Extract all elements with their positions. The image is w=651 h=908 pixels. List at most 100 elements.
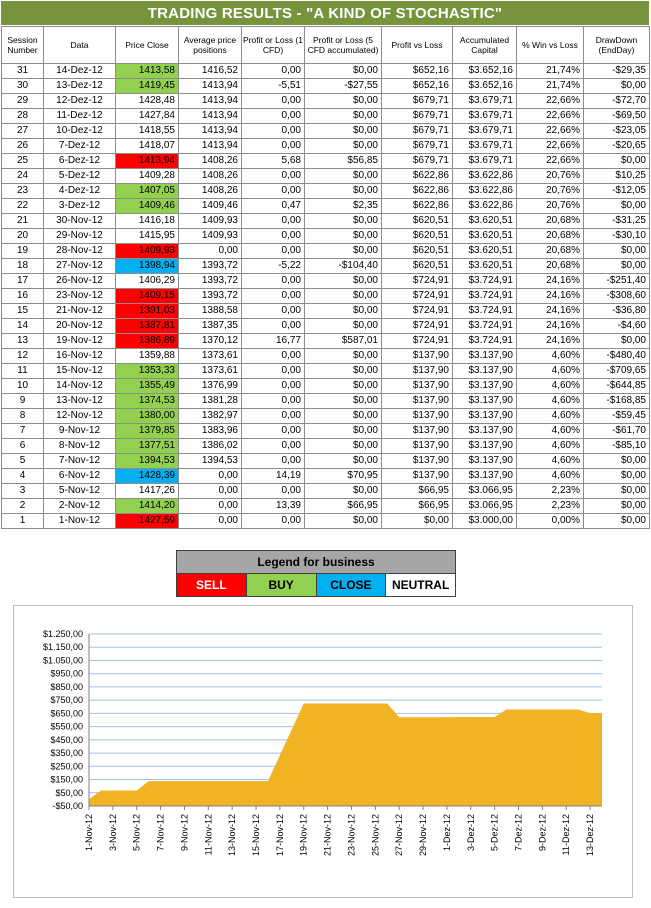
cell-pl-5cfd: $0,00	[304, 453, 382, 469]
cell-avg-price: 1413,94	[178, 138, 242, 154]
y-tick-label: $350,00	[50, 748, 83, 758]
cell-date: 16-Nov-12	[43, 348, 116, 364]
cell-pl-5cfd: $0,00	[304, 273, 382, 289]
x-tick-label: 13-Dez-12	[585, 814, 595, 856]
cell-date: 11-Dez-12	[43, 108, 116, 124]
cell-win-vs-loss: 4,60%	[516, 348, 584, 364]
table-header-row: Session Number Data Price Close Average …	[1, 26, 650, 64]
cell-pl-1cfd: 0,00	[241, 243, 305, 259]
cell-win-vs-loss: 20,68%	[516, 213, 584, 229]
y-tick-label: $650,00	[50, 708, 83, 718]
cell-win-vs-loss: 4,60%	[516, 408, 584, 424]
cell-pl-1cfd: 16,77	[241, 333, 305, 349]
cell-drawdown: $0,00	[583, 153, 650, 169]
cell-price-close: 1391,03	[115, 303, 179, 319]
cell-session: 5	[1, 453, 44, 469]
cell-win-vs-loss: 21,74%	[516, 78, 584, 94]
cell-pl-5cfd: $56,85	[304, 153, 382, 169]
y-tick-label: $50,00	[55, 788, 83, 798]
cell-accumulated-capital: $3.679,71	[452, 153, 517, 169]
cell-pl-1cfd: 0,00	[241, 378, 305, 394]
y-tick-label: $1.150,00	[43, 642, 83, 652]
cell-date: 7-Nov-12	[43, 453, 116, 469]
cell-price-close: 1394,53	[115, 453, 179, 469]
cell-accumulated-capital: $3.137,90	[452, 393, 517, 409]
cell-pl-1cfd: 0,00	[241, 183, 305, 199]
cell-avg-price: 1409,93	[178, 213, 242, 229]
cell-price-close: 1355,49	[115, 378, 179, 394]
cell-price-close: 1427,59	[115, 513, 179, 529]
cell-pl-5cfd: $0,00	[304, 93, 382, 109]
cell-avg-price: 1413,94	[178, 93, 242, 109]
table-row: 19 28-Nov-12 1409,93 0,00 0,00 $0,00 $620,51 $3…	[1, 243, 650, 259]
cell-pl-1cfd: 0,00	[241, 93, 305, 109]
cell-drawdown: -$12,05	[583, 183, 650, 199]
table-row: 23 4-Dez-12 1407,05 1408,26 0,00 $0,00 $622,86…	[1, 183, 650, 199]
cell-pl-1cfd: 0,00	[241, 348, 305, 364]
cell-avg-price: 1393,72	[178, 288, 242, 304]
cell-session: 6	[1, 438, 44, 454]
cell-pl-1cfd: 0,00	[241, 453, 305, 469]
cell-pl-1cfd: 5,68	[241, 153, 305, 169]
header-pl-5cfd: Profit or Loss (5 CFD accumulated)	[304, 26, 382, 64]
cell-win-vs-loss: 24,16%	[516, 288, 584, 304]
legend-sell: SELL	[176, 573, 247, 597]
table-row: 9 13-Nov-12 1374,53 1381,28 0,00 $0,00 $137,90…	[1, 393, 650, 409]
table-row: 6 8-Nov-12 1377,51 1386,02 0,00 $0,00 $137,90 $…	[1, 438, 650, 454]
cell-win-vs-loss: 4,60%	[516, 438, 584, 454]
cell-pl-5cfd: -$104,40	[304, 258, 382, 274]
cell-profit-vs-loss: $679,71	[381, 108, 453, 124]
x-tick-label: 17-Nov-12	[275, 814, 285, 856]
y-tick-label: $550,00	[50, 722, 83, 732]
cell-date: 8-Nov-12	[43, 438, 116, 454]
cell-win-vs-loss: 22,66%	[516, 123, 584, 139]
cell-price-close: 1415,95	[115, 228, 179, 244]
cell-drawdown: $0,00	[583, 468, 650, 484]
cell-price-close: 1418,07	[115, 138, 179, 154]
cell-profit-vs-loss: $620,51	[381, 243, 453, 259]
cell-profit-vs-loss: $137,90	[381, 393, 453, 409]
cell-profit-vs-loss: $0,00	[381, 513, 453, 529]
cell-drawdown: -$251,40	[583, 273, 650, 289]
cell-pl-1cfd: 0,47	[241, 198, 305, 214]
cell-drawdown: $0,00	[583, 498, 650, 514]
y-tick-label: $250,00	[50, 761, 83, 771]
cell-session: 14	[1, 318, 44, 334]
cell-date: 19-Nov-12	[43, 333, 116, 349]
table-row: 30 13-Dez-12 1419,45 1413,94 -5,51 -$27,55 $65…	[1, 78, 650, 94]
x-tick-label: 7-Nov-12	[156, 814, 166, 851]
cell-session: 27	[1, 123, 44, 139]
cell-pl-5cfd: $0,00	[304, 168, 382, 184]
cell-session: 18	[1, 258, 44, 274]
x-tick-label: 11-Nov-12	[203, 814, 213, 855]
cell-accumulated-capital: $3.066,95	[452, 483, 517, 499]
x-tick-label: 7-Dez-12	[513, 814, 523, 851]
cell-pl-1cfd: 0,00	[241, 123, 305, 139]
cell-accumulated-capital: $3.620,51	[452, 243, 517, 259]
cell-avg-price: 1393,72	[178, 273, 242, 289]
cell-avg-price: 1416,52	[178, 63, 242, 79]
cell-drawdown: -$85,10	[583, 438, 650, 454]
equity-chart-svg: -$50,00 $50,00 $150,00 $250,00 $350,00 $450,0…	[43, 629, 602, 856]
cell-accumulated-capital: $3.137,90	[452, 408, 517, 424]
table-row: 8 12-Nov-12 1380,00 1382,97 0,00 $0,00 $137,90…	[1, 408, 650, 424]
cell-session: 19	[1, 243, 44, 259]
table-row: 31 14-Dez-12 1413,58 1416,52 0,00 $0,00 $652,1…	[1, 63, 650, 79]
cell-pl-1cfd: 0,00	[241, 138, 305, 154]
legend-close: CLOSE	[315, 573, 387, 597]
cell-win-vs-loss: 4,60%	[516, 423, 584, 439]
header-avg-price: Average price positions	[178, 26, 242, 64]
cell-drawdown: -$29,35	[583, 63, 650, 79]
table-row: 13 19-Nov-12 1386,89 1370,12 16,77 $587,01 $72…	[1, 333, 650, 349]
table-row: 27 10-Dez-12 1418,55 1413,94 0,00 $0,00 $679,7…	[1, 123, 650, 139]
y-tick-label: $1.250,00	[43, 629, 83, 639]
cell-pl-1cfd: -5,51	[241, 78, 305, 94]
cell-session: 26	[1, 138, 44, 154]
cell-accumulated-capital: $3.679,71	[452, 93, 517, 109]
cell-pl-5cfd: $0,00	[304, 438, 382, 454]
cell-pl-1cfd: 0,00	[241, 423, 305, 439]
table-row: 1 1-Nov-12 1427,59 0,00 0,00 $0,00 $0,00 $3.000…	[1, 513, 650, 529]
cell-profit-vs-loss: $679,71	[381, 153, 453, 169]
cell-win-vs-loss: 20,76%	[516, 183, 584, 199]
cell-accumulated-capital: $3.652,16	[452, 63, 517, 79]
